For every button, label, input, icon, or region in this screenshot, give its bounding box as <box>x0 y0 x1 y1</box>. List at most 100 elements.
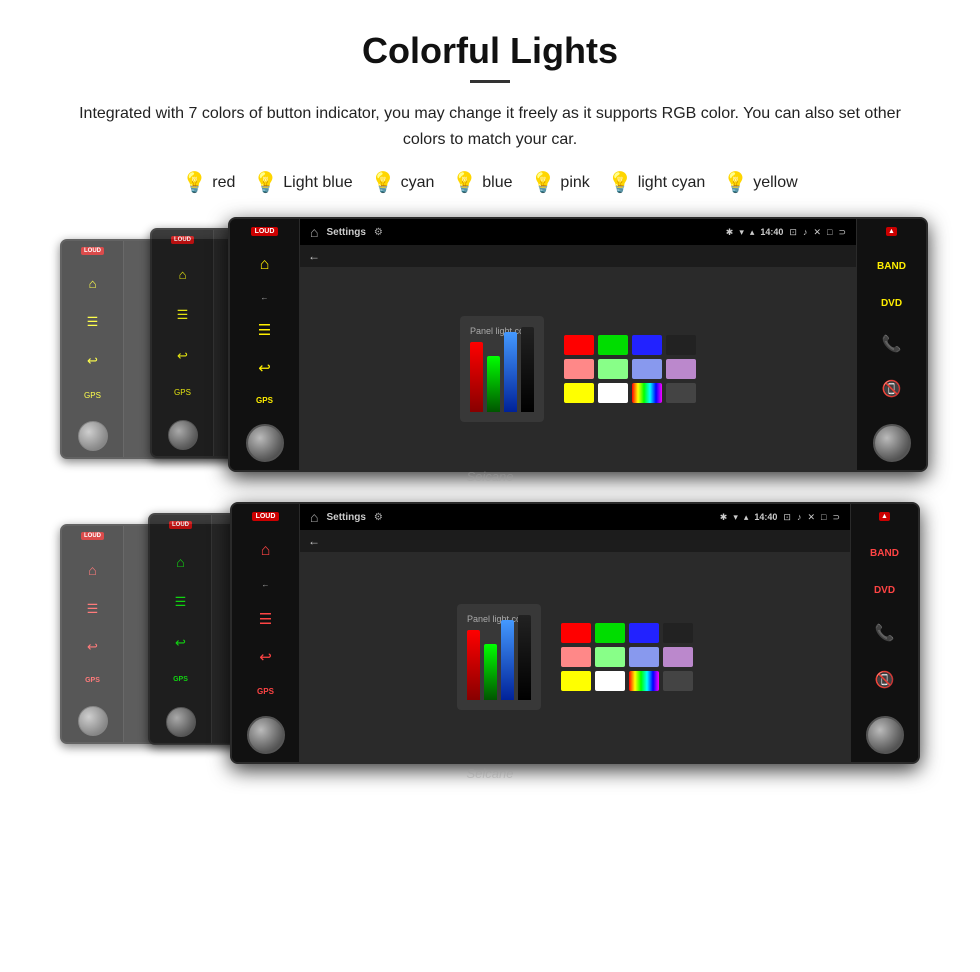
red-bulb-icon: 💡 <box>182 170 207 195</box>
bot-phone-icon: 📞 <box>875 623 895 643</box>
bot-screen-back-arrow[interactable]: ← <box>300 530 850 552</box>
lightblue-bulb-icon: 💡 <box>253 170 278 195</box>
bot-nav-left: ⌂ Settings ⚙ <box>310 509 383 525</box>
bot-cell-blue[interactable] <box>629 623 659 643</box>
bot-color-grid <box>561 623 693 691</box>
bot-cell-red[interactable] <box>561 623 591 643</box>
cell-yellow[interactable] <box>564 383 594 403</box>
back1-knob <box>168 420 198 450</box>
bot-nav-home-icon: ⌂ <box>310 509 318 525</box>
band-label: BAND <box>877 261 906 272</box>
bot-cell-lightblue[interactable] <box>629 647 659 667</box>
blue-bulb-icon: 💡 <box>452 170 477 195</box>
cell-lightblue2[interactable] <box>632 359 662 379</box>
color-grid-panel <box>564 335 696 403</box>
screen-nav-bar: ⌂ Settings ⚙ ✱ ▾ ▴ 14:40 ⊡ ♪ ✕ □ ⊃ <box>300 219 856 245</box>
bot-cell-yellow[interactable] <box>561 671 591 691</box>
bot-b2-gps: GPS <box>85 677 100 684</box>
bot-bar-red <box>467 630 480 700</box>
bot-b1-menu-icon: ☰ <box>175 594 187 610</box>
cell-green[interactable] <box>598 335 628 355</box>
back1-gps-icon: GPS <box>174 387 191 398</box>
color-list: 💡 red 💡 Light blue 💡 cyan 💡 blue 💡 pink … <box>40 170 940 195</box>
cell-lightred[interactable] <box>564 359 594 379</box>
bot-left-knob <box>247 716 285 754</box>
bot-up-arrow: ▲ <box>879 512 890 521</box>
color-item-pink: 💡 pink <box>531 170 590 195</box>
color-item-lightcyan: 💡 light cyan <box>608 170 706 195</box>
bottom-device-row: LOUD ⌂ ☰ ↩ GPS LOUD ⌂ ☰ ↩ GPS <box>60 502 920 787</box>
bot-x-icon: ✕ <box>807 512 815 523</box>
back1-back-icon: ↩ <box>177 347 188 365</box>
loud-badge-top: LOUD <box>251 227 279 236</box>
cell-lightgreen[interactable] <box>598 359 628 379</box>
color-label-pink: pink <box>560 174 589 192</box>
bot-cell-gray[interactable] <box>663 671 693 691</box>
nav-settings-icon: ⚙ <box>374 227 383 238</box>
bot-home-icon: ⌂ <box>261 542 271 560</box>
cell-purple[interactable] <box>666 359 696 379</box>
bot-color-grid-panel <box>561 623 693 691</box>
bot-cell-lightgreen[interactable] <box>595 647 625 667</box>
front-right-panel: ▲ BAND DVD 📞 📵 <box>856 219 926 470</box>
bot-b2-loud: LOUD <box>81 532 104 540</box>
bar-dark <box>521 327 534 412</box>
page-title: Colorful Lights <box>40 30 940 72</box>
bot-arrow-icon: ← <box>262 580 270 589</box>
back2-gps-icon: GPS <box>84 390 101 401</box>
front-menu-icon: ☰ <box>258 321 271 339</box>
bot-nav-right: ✱ ▾ ▴ 14:40 ⊡ ♪ ✕ □ ⊃ <box>720 512 840 523</box>
cell-rainbow[interactable] <box>632 383 662 403</box>
bot-front-left-panel: LOUD ⌂ ← ☰ ↩ GPS <box>232 504 300 762</box>
color-label-lightcyan: light cyan <box>638 174 706 192</box>
bot-cell-white[interactable] <box>595 671 625 691</box>
bot-hangup-icon: 📵 <box>875 670 895 690</box>
watermark-bottom: Seicane <box>467 766 514 781</box>
bot-right-knob <box>866 716 904 754</box>
loud-badge-right: ▲ <box>886 227 897 236</box>
bot-signal-icon: ▴ <box>744 512 749 523</box>
bot-b1-home-icon: ⌂ <box>176 554 184 570</box>
bot-gps-label: GPS <box>257 687 274 696</box>
bot-cell-green[interactable] <box>595 623 625 643</box>
back1-home-icon: ⌂ <box>179 266 187 284</box>
bot-color-bars <box>467 630 531 700</box>
dvd-label: DVD <box>881 298 902 309</box>
bot-cell-purple[interactable] <box>663 647 693 667</box>
bot-color-picker: Panel light color <box>457 604 541 710</box>
back2-home-icon: ⌂ <box>89 275 97 293</box>
bot-cell-lightred[interactable] <box>561 647 591 667</box>
screen-main-content: Panel light color <box>300 267 856 470</box>
bot-b1-back-icon: ↩ <box>175 635 186 651</box>
bot-screen-nav: ⌂ Settings ⚙ ✱ ▾ ▴ 14:40 ⊡ ♪ ✕ □ ⊃ <box>300 504 850 530</box>
device-back1-left: LOUD ⌂ ☰ ↩ GPS <box>152 230 214 456</box>
bot-screen: ⌂ Settings ⚙ ✱ ▾ ▴ 14:40 ⊡ ♪ ✕ □ ⊃ <box>300 504 850 762</box>
bot-band-label: BAND <box>870 548 899 559</box>
color-item-lightblue: 💡 Light blue <box>253 170 352 195</box>
time-display: 14:40 <box>760 227 783 237</box>
cell-gray[interactable] <box>666 383 696 403</box>
bot-cell-dark[interactable] <box>663 623 693 643</box>
screen-title: Settings <box>326 227 365 238</box>
screen-back-arrow[interactable]: ← <box>300 245 856 267</box>
device-back2-left: LOUD ⌂ ☰ ↩ GPS <box>62 241 124 457</box>
bot-screen-title: Settings <box>326 512 365 523</box>
cell-white[interactable] <box>598 383 628 403</box>
bar-green <box>487 356 500 412</box>
rect-icon: □ <box>827 227 832 237</box>
page-container: Colorful Lights Integrated with 7 colors… <box>0 0 980 817</box>
color-item-yellow: 💡 yellow <box>723 170 797 195</box>
bot-cell-rainbow[interactable] <box>629 671 659 691</box>
page-description: Integrated with 7 colors of button indic… <box>60 101 920 152</box>
color-item-blue: 💡 blue <box>452 170 512 195</box>
bot-b1-loud: LOUD <box>169 521 192 529</box>
cell-red[interactable] <box>564 335 594 355</box>
bot-back-icon: ↩ <box>259 648 272 666</box>
front-arrow-icon: ← <box>261 293 269 302</box>
bot-b2-knob <box>78 706 108 736</box>
back2-menu-icon: ☰ <box>87 313 99 331</box>
title-divider <box>470 80 510 83</box>
cell-blue[interactable] <box>632 335 662 355</box>
bot-vol-icon: ♪ <box>797 512 802 522</box>
cell-dark[interactable] <box>666 335 696 355</box>
